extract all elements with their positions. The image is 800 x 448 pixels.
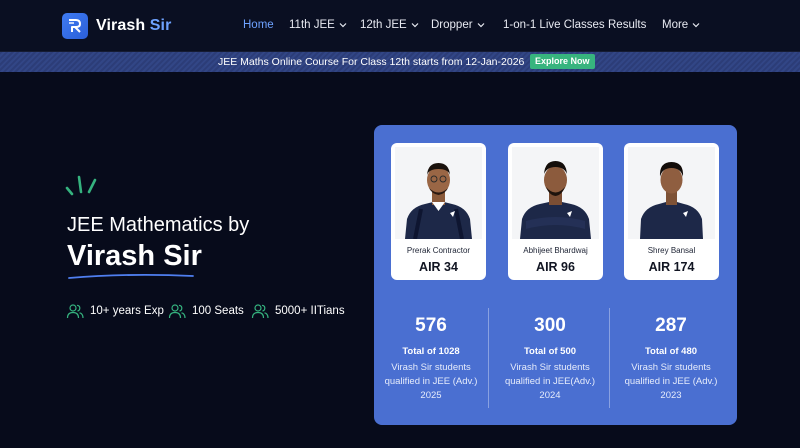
student-card[interactable]: Prerak Contractor AIR 34 <box>391 143 486 280</box>
nav-home[interactable]: Home <box>243 19 274 31</box>
banner-text: JEE Maths Online Course For Class 12th s… <box>218 56 525 68</box>
student-card[interactable]: Shrey Bansal AIR 174 <box>624 143 719 280</box>
top-navbar: Virash Sir Home 11th JEE 12th JEE Droppe… <box>0 0 800 52</box>
stat-experience: 10+ years Exp <box>66 303 164 319</box>
student-card[interactable]: Abhijeet Bhardwaj AIR 96 <box>508 143 603 280</box>
users-icon <box>168 304 186 319</box>
result-column-2023: 287 Total of 480 Virash Sir students qua… <box>616 315 726 403</box>
result-description: Virash Sir students qualified in JEE (Ad… <box>384 362 478 401</box>
explore-now-button[interactable]: Explore Now <box>530 54 595 69</box>
student-air: AIR 96 <box>536 260 575 274</box>
stat-iitians: 5000+ IITians <box>251 303 345 319</box>
users-icon <box>251 304 269 319</box>
total-count: Total of 1028 <box>402 346 460 357</box>
result-column-2025: 576 Total of 1028 Virash Sir students qu… <box>376 315 486 403</box>
student-air: AIR 174 <box>648 260 695 274</box>
nav-11th-jee[interactable]: 11th JEE <box>289 19 347 31</box>
nav-12th-jee[interactable]: 12th JEE <box>360 19 419 31</box>
users-icon <box>66 304 84 319</box>
nav-more[interactable]: More <box>662 19 700 31</box>
title-underline <box>68 273 194 279</box>
student-photo <box>395 147 482 239</box>
chevron-down-icon <box>411 23 419 28</box>
nav-dropper[interactable]: Dropper <box>431 19 485 31</box>
chevron-down-icon <box>692 23 700 28</box>
qualified-count: 576 <box>415 315 447 336</box>
student-name: Prerak Contractor <box>406 246 471 255</box>
brand-name: Virash Sir <box>96 17 172 34</box>
announcement-banner: JEE Maths Online Course For Class 12th s… <box>0 52 800 72</box>
hero-subtitle: JEE Mathematics by <box>67 214 250 236</box>
total-count: Total of 500 <box>523 346 577 357</box>
student-name: Abhijeet Bhardwaj <box>523 246 588 255</box>
student-photo <box>628 147 715 239</box>
nav-results[interactable]: Results <box>608 19 646 31</box>
student-air: AIR 34 <box>419 260 458 274</box>
hero-title: Virash Sir <box>67 240 202 272</box>
chevron-down-icon <box>477 23 484 28</box>
chevron-down-icon <box>339 23 347 28</box>
column-divider <box>609 308 610 408</box>
brand-logo[interactable]: Virash Sir <box>62 13 171 39</box>
result-description: Virash Sir students qualified in JEE(Adv… <box>504 362 596 401</box>
student-photo <box>512 147 599 239</box>
nav-live-classes[interactable]: 1-on-1 Live Classes <box>503 19 605 31</box>
result-column-2024: 300 Total of 500 Virash Sir students qua… <box>495 315 605 403</box>
sparkle-icon <box>65 175 97 196</box>
result-description: Virash Sir students qualified in JEE (Ad… <box>624 362 718 401</box>
total-count: Total of 480 <box>644 346 698 357</box>
stat-seats: 100 Seats <box>168 303 244 319</box>
results-card: Prerak Contractor AIR 34 Abhijeet Bhardw… <box>374 125 737 425</box>
student-name: Shrey Bansal <box>647 246 696 255</box>
qualified-count: 287 <box>655 315 687 336</box>
column-divider <box>488 308 489 408</box>
logo-mark-icon <box>62 13 88 39</box>
qualified-count: 300 <box>534 315 566 336</box>
